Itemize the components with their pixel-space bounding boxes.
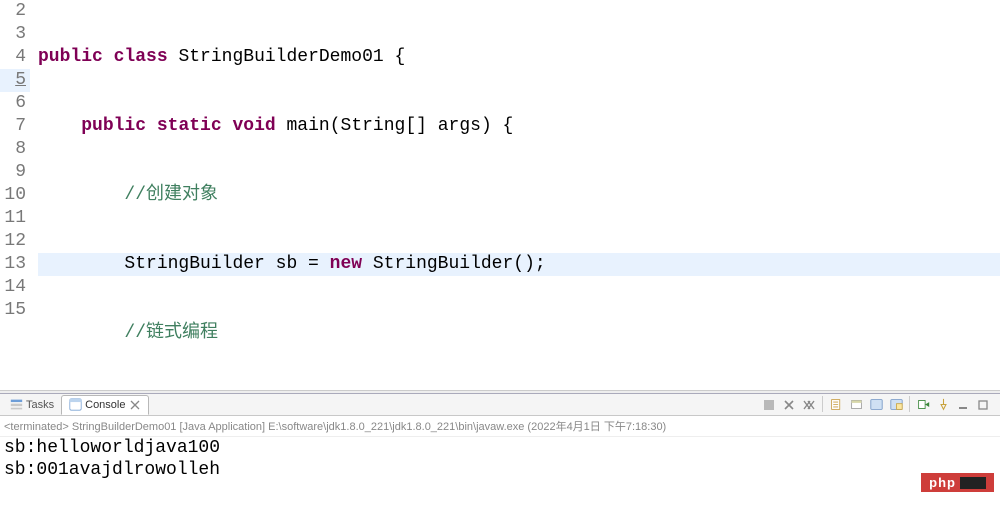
toolbar-separator <box>822 396 823 412</box>
display-selected-icon[interactable] <box>887 396 905 414</box>
minimize-icon[interactable] <box>954 396 972 414</box>
code-line[interactable]: //创建对象 <box>38 184 1000 207</box>
clear-console-icon[interactable] <box>827 396 845 414</box>
terminated-status: <terminated> StringBuilderDemo01 [Java A… <box>0 416 1000 437</box>
pin-console-icon[interactable] <box>934 396 952 414</box>
console-icon <box>68 398 82 412</box>
show-console-icon[interactable] <box>867 396 885 414</box>
toolbar-separator <box>909 396 910 412</box>
tab-tasks[interactable]: Tasks <box>2 395 61 415</box>
code-line[interactable]: //链式编程 <box>38 322 1000 345</box>
line-number: 12 <box>0 230 30 253</box>
remove-launch-icon[interactable] <box>780 396 798 414</box>
stop-icon[interactable] <box>760 396 778 414</box>
console-panel: Tasks Console <termina <box>0 394 1000 481</box>
close-tab-icon[interactable] <box>128 398 142 412</box>
code-line[interactable]: public class StringBuilderDemo01 { <box>38 46 1000 69</box>
line-number: 7 <box>0 115 30 138</box>
scroll-lock-icon[interactable] <box>847 396 865 414</box>
line-number: 2 <box>0 0 30 23</box>
console-tab-bar: Tasks Console <box>0 394 1000 416</box>
watermark-text: php <box>929 475 956 490</box>
maximize-icon[interactable] <box>974 396 992 414</box>
code-editor[interactable]: 2 3 4 5 6 7 8 9 10 11 12 13 14 15 public… <box>0 0 1000 390</box>
tab-console[interactable]: Console <box>61 395 149 415</box>
console-output-line: sb:helloworldjava100 <box>0 437 1000 459</box>
watermark-block <box>960 477 986 489</box>
code-line[interactable]: public static void main(String[] args) { <box>38 115 1000 138</box>
line-number-current: 5 <box>0 69 30 92</box>
line-number: 3 <box>0 23 30 46</box>
remove-all-icon[interactable] <box>800 396 818 414</box>
code-line-current[interactable]: StringBuilder sb = new StringBuilder(); <box>38 253 1000 276</box>
line-number: 14 <box>0 276 30 299</box>
console-output-line: sb:001avajdlrowolleh <box>0 459 1000 481</box>
open-console-icon[interactable] <box>914 396 932 414</box>
code-area[interactable]: public class StringBuilderDemo01 { publi… <box>36 0 1000 390</box>
line-number: 13 <box>0 253 30 276</box>
line-number: 8 <box>0 138 30 161</box>
console-toolbar <box>760 396 998 414</box>
line-number-gutter: 2 3 4 5 6 7 8 9 10 11 12 13 14 15 <box>0 0 36 390</box>
line-number: 4 <box>0 46 30 69</box>
line-number: 10 <box>0 184 30 207</box>
line-number: 9 <box>0 161 30 184</box>
line-number: 11 <box>0 207 30 230</box>
line-number: 15 <box>0 299 30 322</box>
tab-tasks-label: Tasks <box>26 399 54 411</box>
tasks-icon <box>9 398 23 412</box>
watermark-badge: php <box>921 473 994 492</box>
tab-console-label: Console <box>85 399 125 411</box>
line-number: 6 <box>0 92 30 115</box>
